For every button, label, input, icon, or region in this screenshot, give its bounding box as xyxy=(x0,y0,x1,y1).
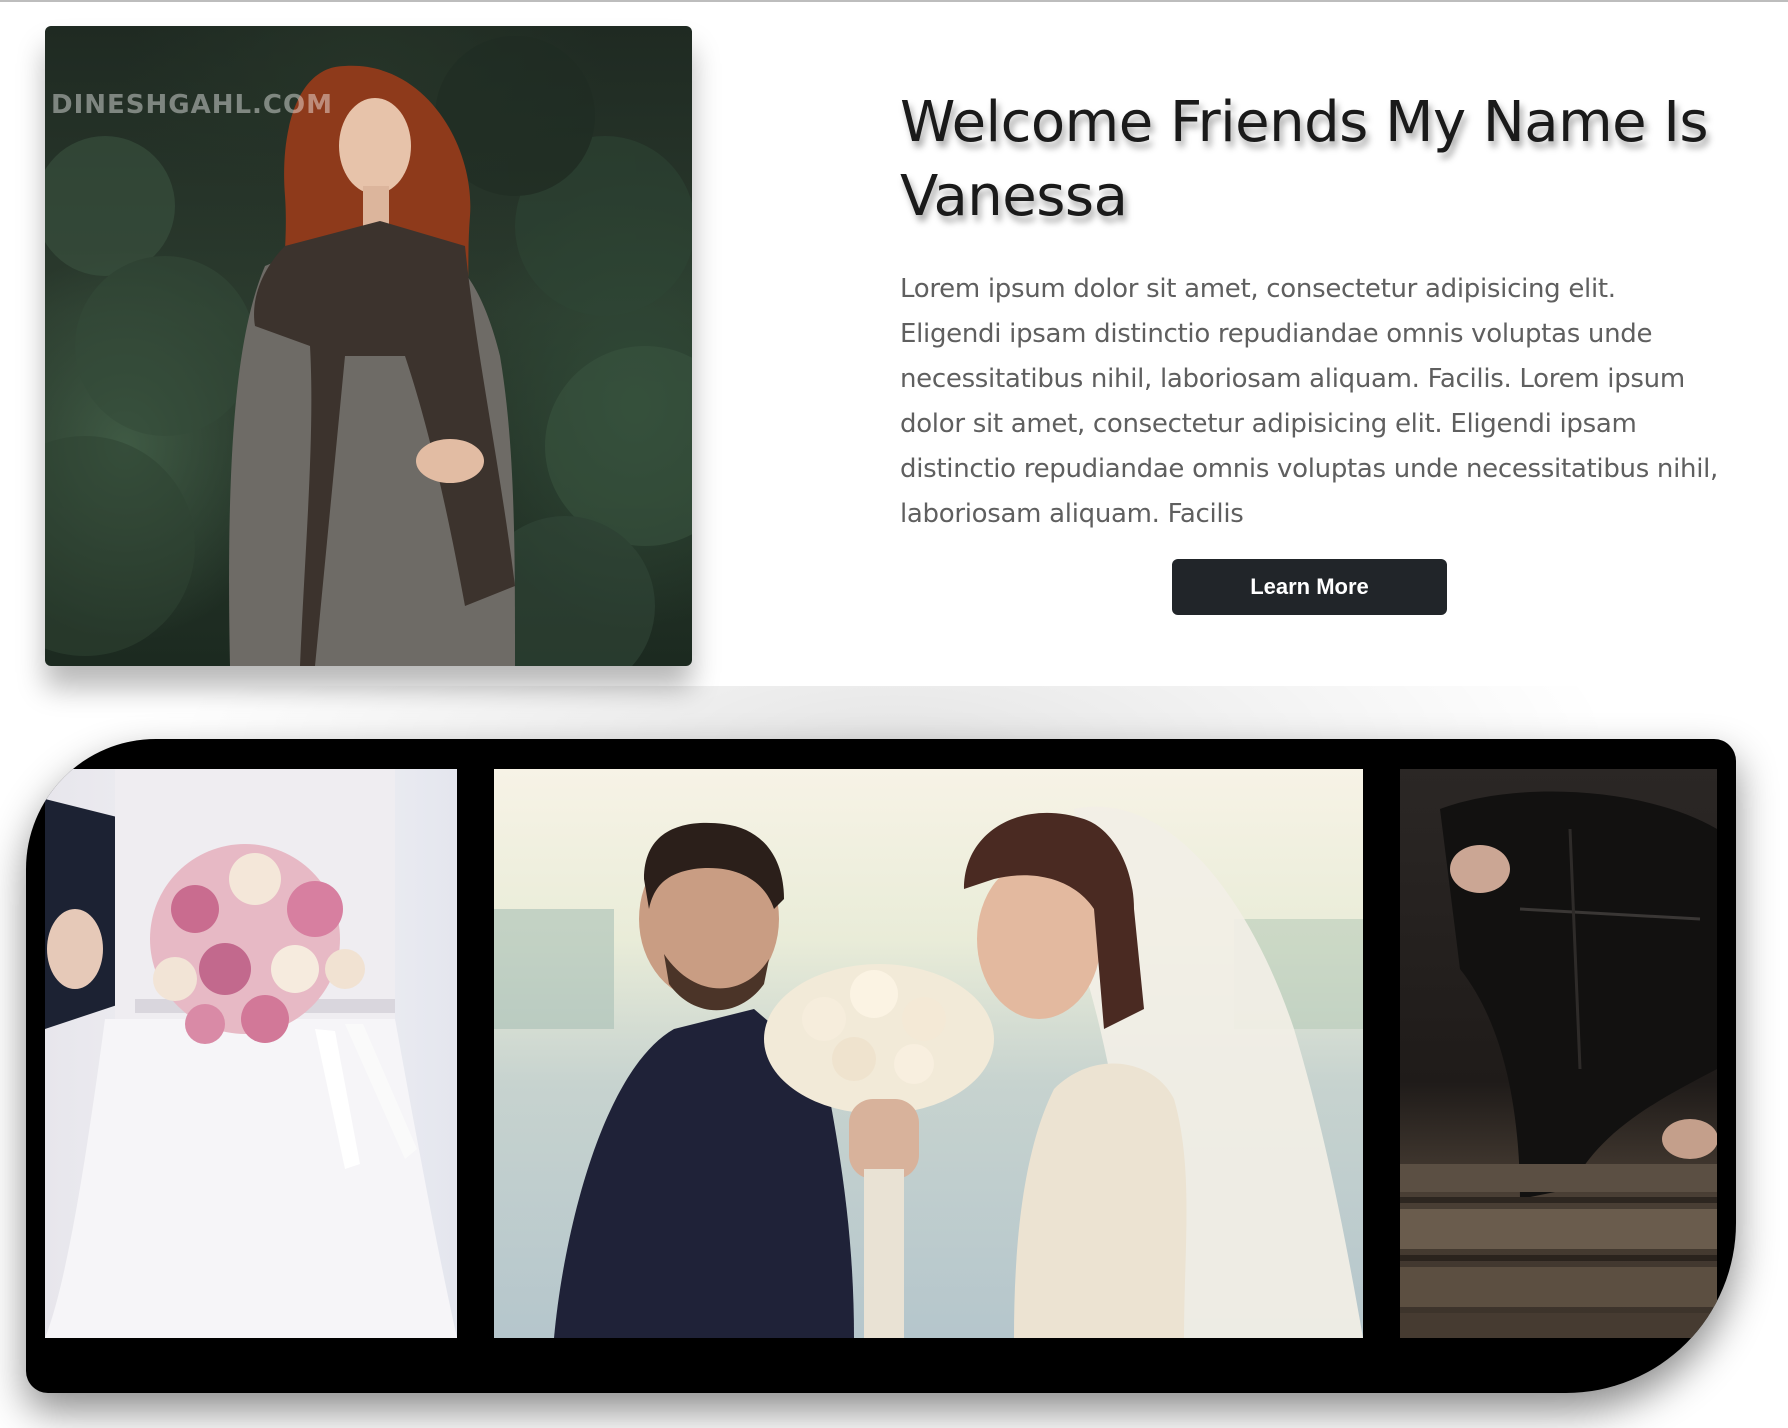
photo-gallery xyxy=(26,739,1736,1393)
gallery-photo-bride-bouquet[interactable] xyxy=(45,769,457,1338)
page-title: Welcome Friends My Name Is Vanessa xyxy=(900,90,1709,229)
watermark-text: DINESHGAHL.COM xyxy=(51,90,333,120)
hero-portrait-image: DINESHGAHL.COM xyxy=(45,26,692,666)
top-divider xyxy=(0,0,1788,2)
wedding-couple-illustration xyxy=(494,806,1363,1338)
leather-jacket-illustration xyxy=(1400,791,1717,1338)
gallery-photo-wedding-couple[interactable] xyxy=(494,769,1363,1338)
gallery-photo-leather-jacket[interactable] xyxy=(1400,769,1717,1338)
intro-paragraph: Lorem ipsum dolor sit amet, consectetur … xyxy=(900,274,1719,529)
bride-bouquet-illustration xyxy=(45,769,457,1338)
portrait-illustration xyxy=(45,36,692,666)
learn-more-button[interactable]: Learn More xyxy=(1172,559,1447,615)
